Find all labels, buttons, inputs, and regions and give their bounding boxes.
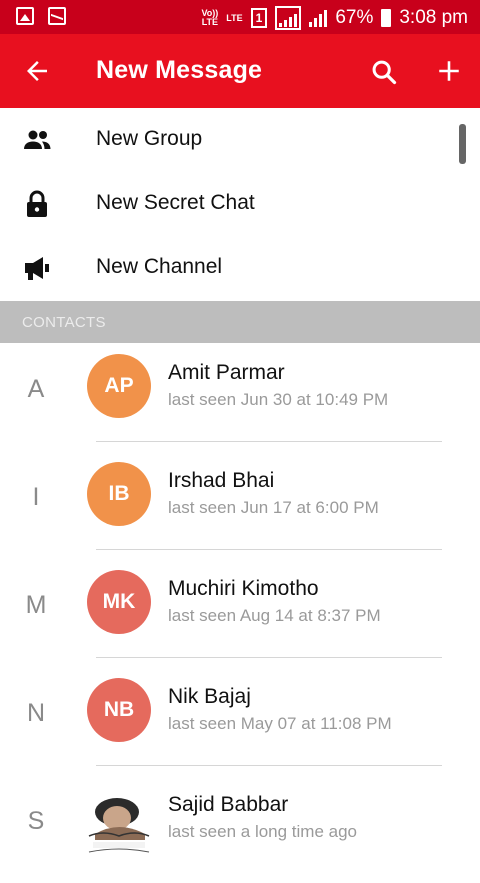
last-seen: last seen Jun 17 at 6:00 PM <box>168 498 379 517</box>
sim-indicator: 1 <box>250 8 268 28</box>
volte-indicator: Vo)) LTE <box>201 8 219 27</box>
new-group-label: New Group <box>96 127 203 150</box>
new-group-item[interactable]: New Group <box>0 108 480 172</box>
arrow-left-icon[interactable] <box>22 56 52 86</box>
search-icon[interactable] <box>370 58 398 86</box>
group-icon <box>24 130 51 149</box>
lock-icon <box>27 190 47 217</box>
plus-icon[interactable] <box>436 58 462 84</box>
megaphone-icon <box>25 257 49 280</box>
divider <box>96 765 442 766</box>
signal-icon <box>275 6 302 30</box>
index-letter: M <box>25 591 47 619</box>
index-letter: N <box>26 699 46 727</box>
avatar: AP <box>87 354 151 418</box>
contacts-section-header: CONTACTS <box>0 301 480 343</box>
last-seen: last seen Aug 14 at 8:37 PM <box>168 606 381 625</box>
notification-icons <box>16 7 66 25</box>
new-secret-chat-item[interactable]: New Secret Chat <box>0 172 480 236</box>
status-indicators: Vo)) LTE LTE 1 67% 3:08 pm <box>201 6 468 30</box>
section-title: CONTACTS <box>22 314 106 331</box>
new-channel-label: New Channel <box>96 255 223 278</box>
index-letter: I <box>32 483 40 511</box>
contact-row[interactable]: A AP Amit Parmar last seen Jun 30 at 10:… <box>0 343 480 451</box>
contact-name: Sajid Babbar <box>168 793 289 816</box>
last-seen: last seen May 07 at 11:08 PM <box>168 714 392 733</box>
battery-percent: 67% <box>335 7 374 28</box>
contact-name: Irshad Bhai <box>168 469 275 492</box>
contact-name: Muchiri Kimotho <box>168 577 319 600</box>
contact-row[interactable]: M MK Muchiri Kimotho last seen Aug 14 at… <box>0 559 480 667</box>
contact-row[interactable]: I IB Irshad Bhai last seen Jun 17 at 6:0… <box>0 451 480 559</box>
last-seen: last seen a long time ago <box>168 822 358 841</box>
gallery-notification-icon <box>16 7 34 25</box>
avatar: IB <box>87 462 151 526</box>
contact-row[interactable]: S Sajid Babbar last seen a long time ago <box>0 775 480 883</box>
page-title: New Message <box>96 56 263 84</box>
contact-name: Amit Parmar <box>168 361 285 384</box>
battery-icon <box>381 9 392 27</box>
mail-notification-icon <box>48 7 66 25</box>
avatar: NB <box>87 678 151 742</box>
new-secret-chat-label: New Secret Chat <box>96 191 255 214</box>
last-seen: last seen Jun 30 at 10:49 PM <box>168 390 389 409</box>
clock: 3:08 pm <box>399 7 468 28</box>
divider <box>96 441 442 442</box>
divider <box>96 657 442 658</box>
divider <box>96 549 442 550</box>
profile-photo <box>87 790 151 858</box>
index-letter: A <box>27 375 45 403</box>
new-channel-item[interactable]: New Channel <box>0 236 480 300</box>
app-bar: New Message <box>0 34 480 108</box>
contact-row[interactable]: N NB Nik Bajaj last seen May 07 at 11:08… <box>0 667 480 775</box>
signal-icon-2 <box>309 9 328 27</box>
scrollbar[interactable] <box>459 124 466 164</box>
lte-indicator: LTE <box>226 12 243 23</box>
contact-name: Nik Bajaj <box>168 685 251 708</box>
status-bar: Vo)) LTE LTE 1 67% 3:08 pm <box>0 0 480 34</box>
avatar: MK <box>87 570 151 634</box>
index-letter: S <box>27 807 45 835</box>
